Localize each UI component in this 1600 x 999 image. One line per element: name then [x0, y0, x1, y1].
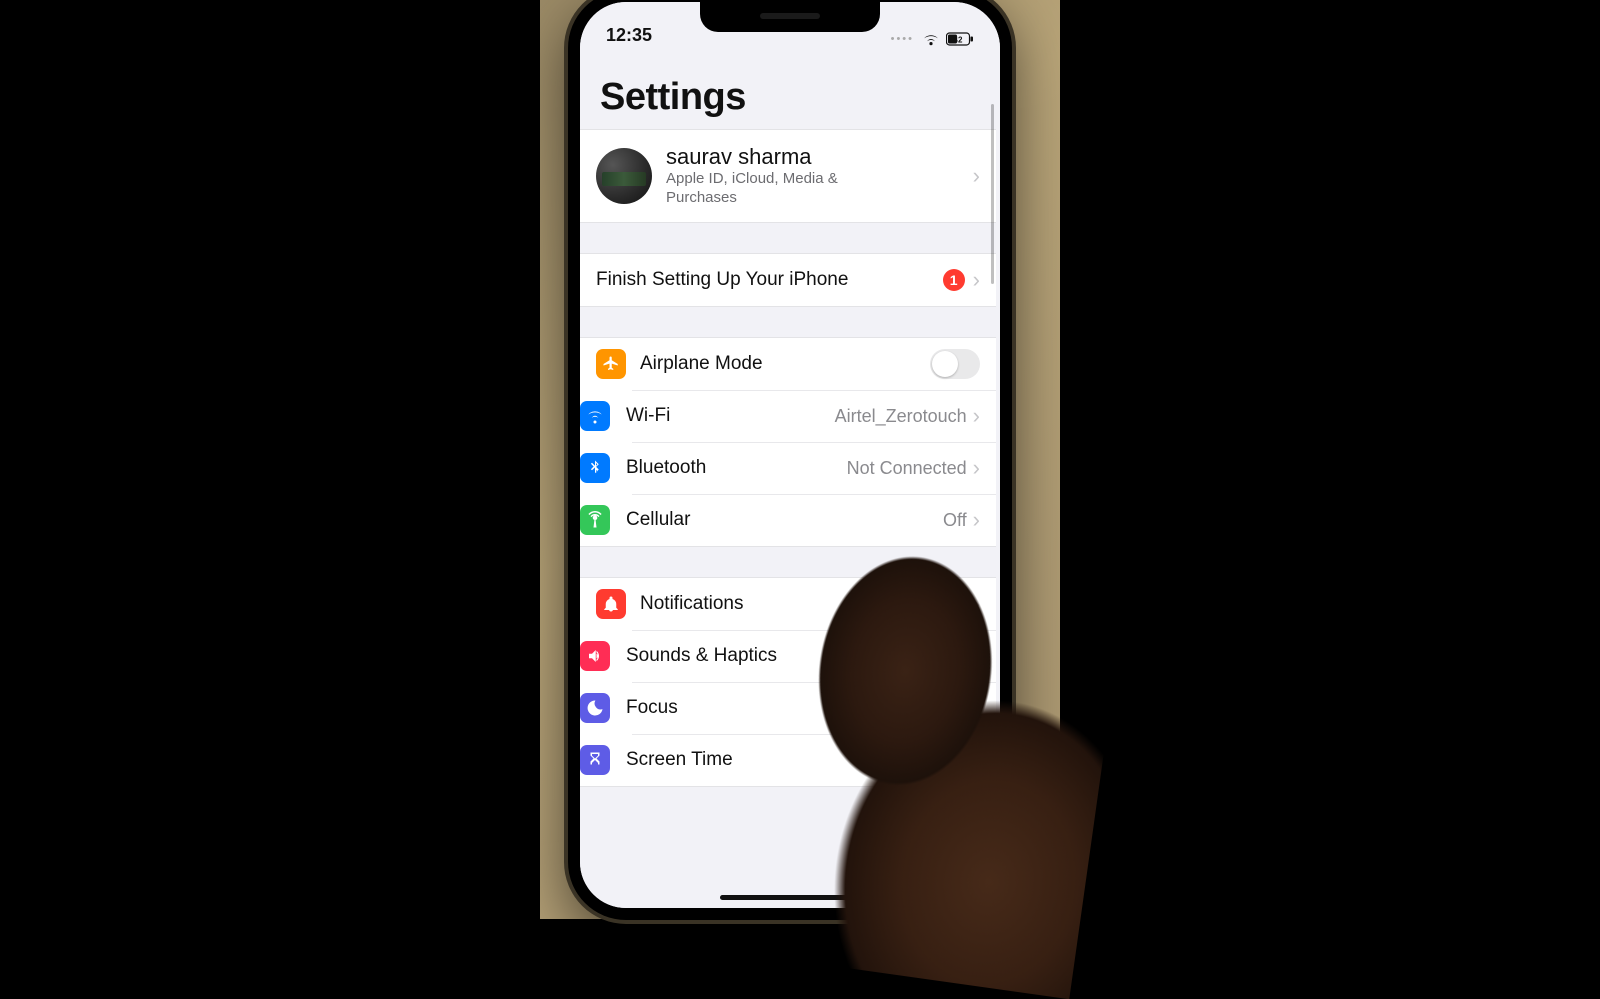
hourglass-icon — [580, 745, 610, 775]
connectivity-group: Airplane Mode Wi-Fi Airtel_Zerotouch › — [580, 337, 996, 547]
apple-id-row[interactable]: saurav sharma Apple ID, iCloud, Media & … — [580, 130, 996, 222]
bluetooth-row[interactable]: Bluetooth Not Connected › — [632, 442, 996, 494]
speaker-icon — [580, 641, 610, 671]
page-title: Settings — [580, 50, 996, 129]
notifications-group: Notifications › Sounds & Haptics › — [580, 577, 996, 787]
notifications-label: Notifications — [640, 593, 973, 615]
chevron-right-icon: › — [973, 455, 980, 481]
bluetooth-label: Bluetooth — [626, 457, 847, 479]
chevron-right-icon: › — [973, 267, 980, 293]
sounds-row[interactable]: Sounds & Haptics › — [632, 630, 996, 682]
svg-text:42: 42 — [954, 36, 963, 45]
cellular-row[interactable]: Cellular Off › — [632, 494, 996, 546]
cellular-icon — [580, 505, 610, 535]
notch — [700, 2, 880, 32]
airplane-mode-row[interactable]: Airplane Mode — [580, 338, 996, 390]
airplane-label: Airplane Mode — [640, 353, 930, 375]
chevron-right-icon: › — [973, 591, 980, 617]
finish-setup-group: Finish Setting Up Your iPhone 1 › — [580, 253, 996, 307]
home-indicator[interactable] — [720, 895, 860, 900]
notifications-row[interactable]: Notifications › — [580, 578, 996, 630]
status-time: 12:35 — [606, 25, 652, 46]
profile-group: saurav sharma Apple ID, iCloud, Media & … — [580, 129, 996, 223]
chevron-right-icon: › — [973, 643, 980, 669]
profile-name: saurav sharma — [666, 144, 973, 170]
cellular-dots-icon: •••• — [891, 33, 914, 45]
avatar — [596, 148, 652, 204]
screen-time-label: Screen Time — [626, 749, 973, 771]
bell-icon — [596, 589, 626, 619]
focus-label: Focus — [626, 697, 973, 719]
chevron-right-icon: › — [973, 163, 980, 189]
wifi-row[interactable]: Wi-Fi Airtel_Zerotouch › — [632, 390, 996, 442]
chevron-right-icon: › — [973, 403, 980, 429]
chevron-right-icon: › — [973, 695, 980, 721]
wifi-value: Airtel_Zerotouch — [835, 406, 967, 427]
finish-setup-row[interactable]: Finish Setting Up Your iPhone 1 › — [580, 254, 996, 306]
airplane-toggle[interactable] — [930, 349, 980, 379]
finish-setup-label: Finish Setting Up Your iPhone — [596, 269, 943, 291]
notification-badge: 1 — [943, 269, 965, 291]
battery-icon: 42 — [946, 32, 974, 46]
earpiece — [760, 13, 820, 19]
wifi-icon — [922, 33, 940, 46]
sounds-label: Sounds & Haptics — [626, 645, 973, 667]
wifi-settings-icon — [580, 401, 610, 431]
chevron-right-icon: › — [973, 507, 980, 533]
profile-subtitle: Apple ID, iCloud, Media & Purchases — [666, 170, 876, 208]
chevron-right-icon: › — [973, 747, 980, 773]
iphone-body: 12:35 •••• 42 — [568, 0, 1012, 920]
wifi-label: Wi-Fi — [626, 405, 835, 427]
settings-scroll[interactable]: Settings saurav sharma Apple ID, iCloud,… — [580, 50, 996, 908]
airplane-icon — [596, 349, 626, 379]
moon-icon — [580, 693, 610, 723]
bluetooth-value: Not Connected — [847, 458, 967, 479]
focus-row[interactable]: Focus › — [632, 682, 996, 734]
bluetooth-icon — [580, 453, 610, 483]
cellular-value: Off — [943, 510, 967, 531]
screen-time-row[interactable]: Screen Time › — [632, 734, 996, 786]
photo-background: 12:35 •••• 42 — [540, 0, 1060, 919]
cellular-label: Cellular — [626, 509, 943, 531]
screen: 12:35 •••• 42 — [580, 2, 1000, 908]
